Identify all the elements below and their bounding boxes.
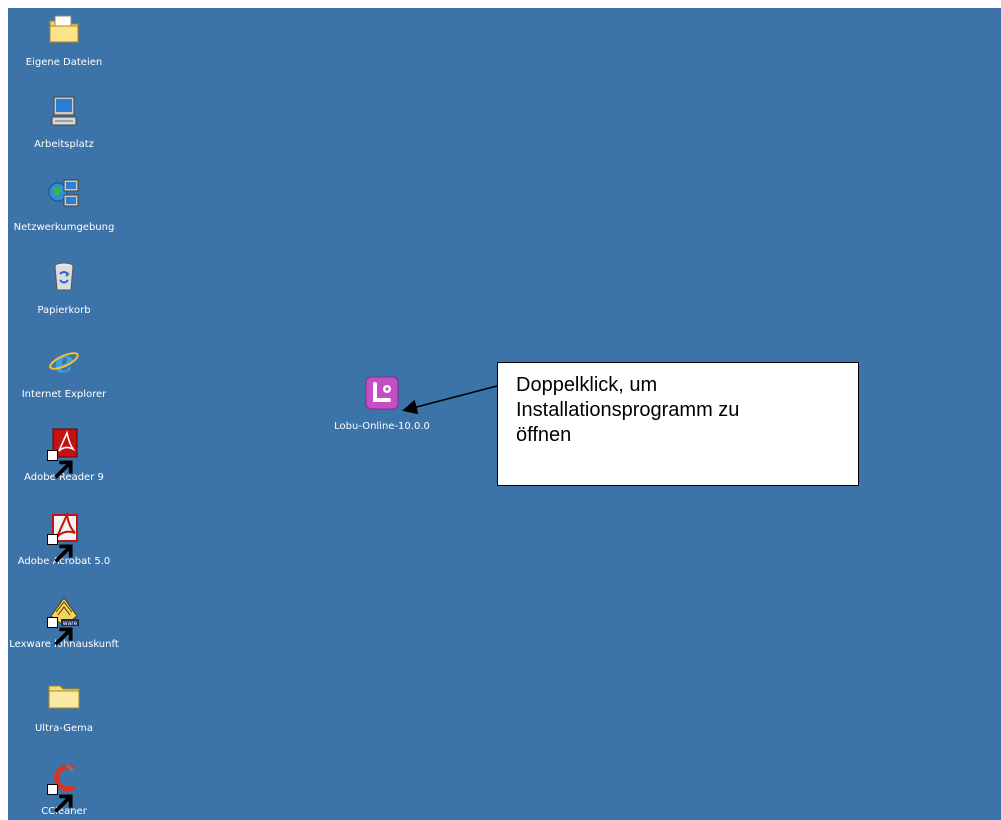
internet-explorer-icon: e bbox=[47, 344, 81, 378]
desktop-icon-label: Netzwerkumgebung bbox=[13, 222, 115, 233]
desktop[interactable]: Eigene Dateien Arbeitsplatz Netzwerkumge… bbox=[8, 8, 1001, 820]
shortcut-arrow-icon bbox=[47, 534, 73, 563]
callout-line: Installationsprogramm zu bbox=[516, 399, 740, 421]
lobu-installer-icon bbox=[365, 376, 399, 410]
installer-icon-label: Lobu-Online-10.0.0 bbox=[334, 421, 430, 432]
desktop-icon-label: Papierkorb bbox=[37, 305, 91, 316]
desktop-icon-label: Arbeitsplatz bbox=[34, 139, 94, 150]
lexware-icon: ware bbox=[47, 594, 81, 646]
my-documents-folder-icon bbox=[47, 12, 81, 46]
desktop-icon-lobu-online-installer[interactable]: Lobu-Online-10.0.0 bbox=[320, 376, 444, 433]
adobe-acrobat-icon bbox=[47, 511, 81, 563]
desktop-icon-label: Internet Explorer bbox=[21, 389, 107, 400]
recycle-bin-icon bbox=[47, 260, 81, 294]
adobe-reader-icon bbox=[47, 427, 81, 479]
desktop-icon-internet-explorer[interactable]: e Internet Explorer bbox=[8, 344, 126, 401]
ccleaner-icon bbox=[47, 761, 81, 813]
desktop-icon-arbeitsplatz[interactable]: Arbeitsplatz bbox=[8, 94, 126, 151]
network-places-icon bbox=[47, 177, 81, 211]
folder-icon bbox=[47, 678, 81, 712]
desktop-icon-label: Ultra-Gema bbox=[34, 723, 93, 734]
shortcut-arrow-icon bbox=[47, 450, 73, 479]
desktop-icon-eigene-dateien[interactable]: Eigene Dateien bbox=[8, 12, 126, 69]
desktop-icon-ccleaner[interactable]: CCleaner bbox=[8, 761, 126, 818]
shortcut-arrow-icon bbox=[47, 617, 73, 646]
shortcut-arrow-icon bbox=[47, 784, 73, 813]
instruction-callout: Doppelklick, um Installationsprogramm zu… bbox=[497, 362, 859, 486]
my-computer-icon bbox=[47, 94, 81, 128]
callout-line: öffnen bbox=[516, 424, 572, 446]
desktop-icon-adobe-acrobat[interactable]: Adobe Acrobat 5.0 bbox=[8, 511, 126, 568]
desktop-icon-ultra-gema[interactable]: Ultra-Gema bbox=[8, 678, 126, 735]
desktop-icon-papierkorb[interactable]: Papierkorb bbox=[8, 260, 126, 317]
svg-text:e: e bbox=[54, 345, 73, 378]
callout-line: Doppelklick, um bbox=[516, 374, 658, 396]
desktop-icon-adobe-reader[interactable]: Adobe Reader 9 bbox=[8, 427, 126, 484]
desktop-icon-netzwerkumgebung[interactable]: Netzwerkumgebung bbox=[8, 177, 126, 234]
desktop-icon-lexware[interactable]: ware Lexware lohnauskunft bbox=[8, 594, 126, 651]
desktop-icon-label: Eigene Dateien bbox=[25, 57, 103, 68]
